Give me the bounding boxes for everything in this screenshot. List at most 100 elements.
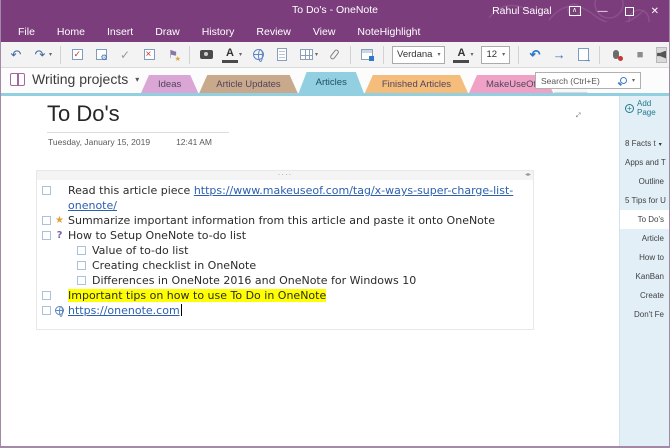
font-color-button[interactable]: A▾	[453, 47, 473, 63]
website-tag-icon[interactable]	[55, 306, 64, 315]
menu-file[interactable]: File	[7, 22, 46, 42]
todo-subitem: Differences in OneNote 2016 and OneNote …	[37, 273, 519, 288]
play-audio-icon[interactable]	[656, 47, 667, 63]
text-cursor	[181, 304, 182, 316]
redo-caret-icon: ▾	[49, 51, 52, 58]
back-icon[interactable]: ↶	[527, 47, 543, 63]
tab-articles-active[interactable]: Articles	[299, 72, 364, 93]
menu-notehighlight[interactable]: NoteHighlight	[346, 22, 431, 42]
todo-checkbox[interactable]	[77, 246, 86, 255]
page-item-kanban[interactable]: KanBan	[620, 267, 669, 286]
menu-draw[interactable]: Draw	[144, 22, 191, 42]
page-item-dont-fe[interactable]: Don't Fe	[620, 305, 669, 324]
todo-text: Value of to-do list	[92, 243, 519, 258]
page-item-5-tips[interactable]: 5 Tips for U	[620, 191, 669, 210]
note-body: Read this article piece https://www.make…	[37, 180, 533, 319]
todo-checkbox[interactable]	[77, 261, 86, 270]
todo-subitem: Creating checklist in OneNote	[37, 258, 519, 273]
todo-text: Creating checklist in OneNote	[92, 258, 519, 273]
page-item-apps-and-t[interactable]: Apps and T	[620, 153, 669, 172]
question-tag-icon[interactable]: ?	[51, 228, 68, 243]
menu-view[interactable]: View	[302, 22, 347, 42]
menu-insert[interactable]: Insert	[96, 22, 144, 42]
new-page-icon[interactable]	[575, 47, 591, 63]
find-tags-icon[interactable]: ⚑★	[165, 47, 181, 63]
minimize-button[interactable]: —	[598, 6, 608, 17]
redo-icon: ↷	[32, 47, 48, 63]
important-tag-icon[interactable]: ★	[51, 213, 68, 228]
page-item-to-dos-selected[interactable]: To Do's	[620, 210, 669, 229]
todo-checkbox[interactable]	[42, 216, 51, 225]
ribbon-display-options-icon[interactable]: ∧	[569, 6, 581, 16]
insert-table-icon	[298, 47, 314, 63]
font-color-icon: A	[453, 47, 469, 63]
tab-finished-articles[interactable]: Finished Articles	[365, 75, 468, 93]
todo-checkbox[interactable]	[77, 276, 86, 285]
menu-home[interactable]: Home	[46, 22, 96, 42]
remove-tag-icon[interactable]: ×	[141, 47, 157, 63]
search-input[interactable]: Search (Ctrl+E) ▾	[535, 72, 641, 89]
todo-item: Important tips on how to use To Do in On…	[37, 288, 519, 303]
full-page-toggle-icon[interactable]: ↔	[569, 106, 585, 122]
todo-text: Read this article piece	[68, 184, 194, 197]
page-item-create[interactable]: Create	[620, 286, 669, 305]
insert-table-button[interactable]: ▾	[298, 47, 318, 63]
quick-access-toolbar: ↶ ↷▾ ✓ ⚙ ✓ × ⚑★ A▾ ▾ Verdana▾ A▾ 12▾ ↶ →…	[1, 42, 669, 68]
page-title[interactable]: To Do's	[47, 101, 120, 127]
stop-audio-icon[interactable]: ■	[632, 47, 648, 63]
add-page-button[interactable]: + Add Page	[620, 96, 669, 120]
note-container-handle[interactable]: ···· ◂▸	[37, 171, 533, 180]
maximize-button[interactable]	[625, 7, 634, 16]
todo-tag-icon[interactable]: ✓	[69, 47, 85, 63]
undo-icon[interactable]: ↶	[8, 47, 24, 63]
insert-link-icon[interactable]	[250, 47, 266, 63]
menu-bar: File Home Insert Draw History Review Vie…	[1, 22, 669, 42]
page-expand-chevron-icon[interactable]: ▾	[659, 142, 662, 148]
todo-checkbox[interactable]	[42, 231, 51, 240]
page-item-8-facts[interactable]: 8 Facts t▾	[620, 134, 669, 153]
add-page-label: Add Page	[637, 99, 669, 117]
notebook-selector[interactable]: Writing projects ▾	[10, 71, 139, 87]
page-list: 8 Facts t▾ Apps and T Outline 5 Tips for…	[620, 134, 669, 324]
note-container[interactable]: ···· ◂▸ Read this article piece https://…	[36, 170, 534, 330]
page-datetime: Tuesday, January 15, 201912:41 AM	[48, 137, 212, 147]
page-item-outline[interactable]: Outline	[620, 172, 669, 191]
menu-history[interactable]: History	[191, 22, 246, 42]
customize-tags-icon[interactable]: ⚙	[93, 47, 109, 63]
notebook-caret-icon: ▾	[135, 75, 139, 84]
navigation-row: Writing projects ▾ Ideas Article Updates…	[1, 68, 669, 93]
attach-document-icon[interactable]	[274, 47, 290, 63]
section-tabs: Ideas Article Updates Articles Finished …	[141, 72, 589, 93]
todo-item: ? How to Setup OneNote to-do list	[37, 228, 519, 243]
todo-checkbox[interactable]	[42, 291, 51, 300]
forward-icon[interactable]: →	[551, 47, 567, 63]
menu-review[interactable]: Review	[245, 22, 301, 42]
font-name-select[interactable]: Verdana▾	[392, 46, 445, 64]
todo-checkbox[interactable]	[42, 306, 51, 315]
page-item-article[interactable]: Article	[620, 229, 669, 248]
redo-button[interactable]: ↷▾	[32, 47, 52, 63]
screen-clipping-icon[interactable]	[198, 47, 214, 63]
onenote-link[interactable]: https://onenote.com	[68, 304, 180, 317]
font-format-button[interactable]: A▾	[222, 47, 242, 63]
tab-ideas[interactable]: Ideas	[141, 75, 198, 93]
todo-item: ★ Summarize important information from t…	[37, 213, 519, 228]
todo-checkbox[interactable]	[42, 186, 51, 195]
mark-tag-done-icon[interactable]: ✓	[117, 47, 133, 63]
container-resize-icon[interactable]: ◂▸	[525, 172, 531, 179]
title-bar: To Do's - OneNote Rahul Saigal ∧ — ✕	[1, 0, 669, 22]
insert-date-icon[interactable]	[359, 47, 375, 63]
user-name[interactable]: Rahul Saigal	[492, 5, 552, 17]
tab-article-updates[interactable]: Article Updates	[199, 75, 297, 93]
add-page-icon: +	[625, 104, 634, 113]
close-button[interactable]: ✕	[651, 6, 659, 17]
page-canvas[interactable]: ↔ To Do's Tuesday, January 15, 201912:41…	[1, 96, 619, 446]
font-size-select[interactable]: 12▾	[481, 46, 510, 64]
notebook-name: Writing projects	[32, 71, 128, 87]
attach-file-icon[interactable]	[326, 47, 342, 63]
handle-dots-icon: ····	[278, 170, 293, 179]
record-audio-icon[interactable]	[608, 47, 624, 63]
search-icon	[620, 77, 627, 84]
page-item-how-to[interactable]: How to	[620, 248, 669, 267]
highlighted-todo-text: Important tips on how to use To Do in On…	[68, 289, 326, 302]
